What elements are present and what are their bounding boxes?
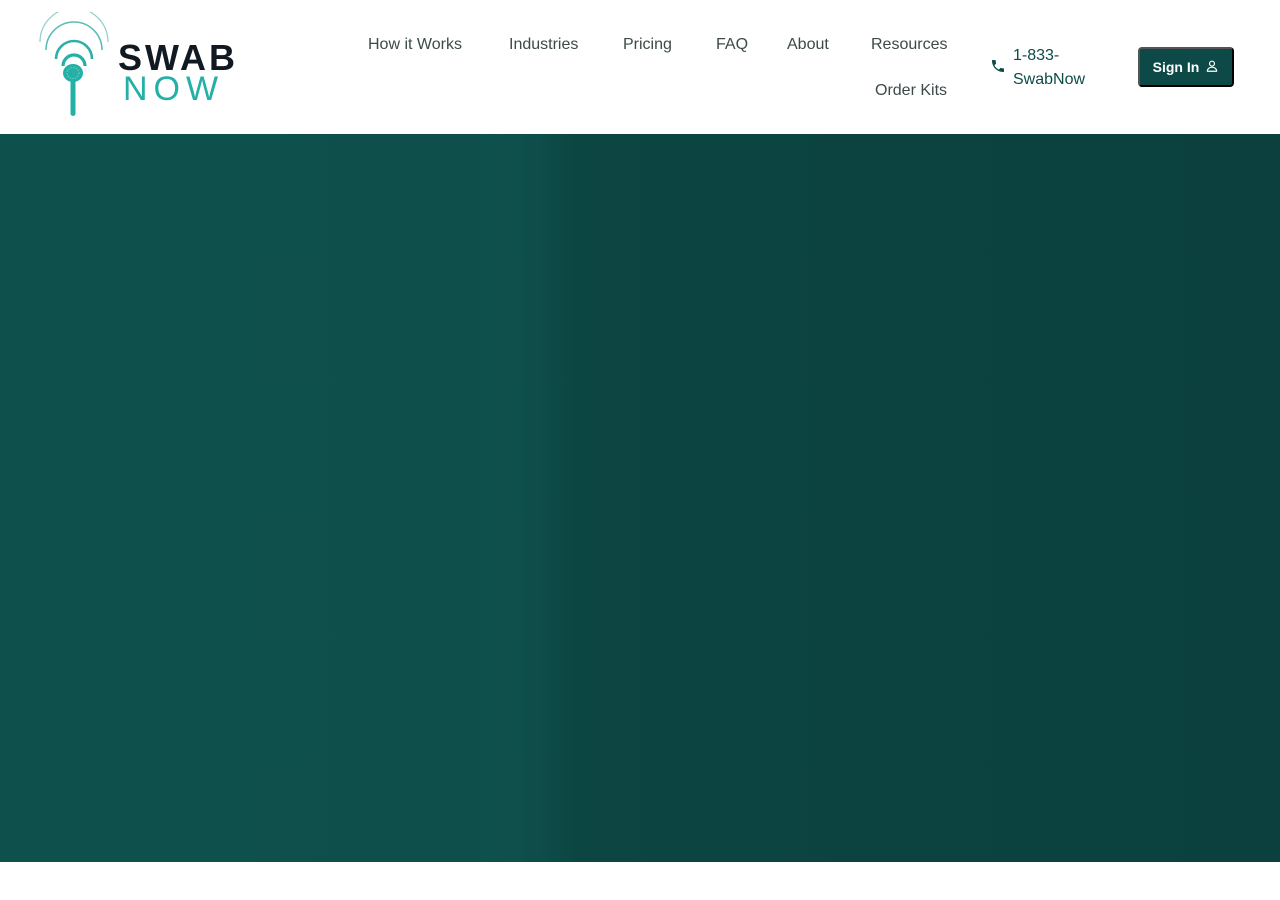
nav-resources[interactable]: Resources (871, 35, 947, 55)
swabnow-logo[interactable]: SWAB NOW (36, 12, 246, 122)
phone-link[interactable]: 1-833-SwabNow (990, 44, 1110, 92)
hero-section (0, 134, 1280, 862)
nav-how-it-works[interactable]: How it Works (368, 35, 462, 55)
swab-signal-icon (39, 12, 109, 116)
nav-order-kits[interactable]: Order Kits (875, 81, 947, 101)
logo-text-now: NOW (123, 70, 225, 108)
nav-pricing[interactable]: Pricing (623, 35, 672, 55)
nav-industries[interactable]: Industries (509, 35, 578, 55)
sign-in-label: Sign In (1152, 59, 1200, 75)
phone-icon (990, 58, 1006, 79)
nav-about[interactable]: About (787, 35, 829, 55)
below-hero-space (0, 862, 1280, 900)
user-icon (1205, 59, 1219, 76)
sign-in-button[interactable]: Sign In (1138, 47, 1234, 87)
site-header: SWAB NOW How it Works Industries Pricing… (0, 0, 1280, 134)
phone-number: 1-833-SwabNow (1013, 47, 1086, 88)
hero-background-band (470, 134, 570, 862)
nav-faq[interactable]: FAQ (716, 35, 748, 55)
